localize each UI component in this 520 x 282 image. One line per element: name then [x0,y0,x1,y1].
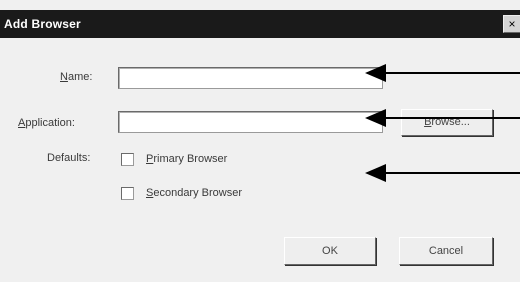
arrow-left-icon [365,109,520,127]
arrow-left-icon [365,164,520,182]
arrow-left-icon [365,64,520,82]
callout-arrows [365,64,520,182]
